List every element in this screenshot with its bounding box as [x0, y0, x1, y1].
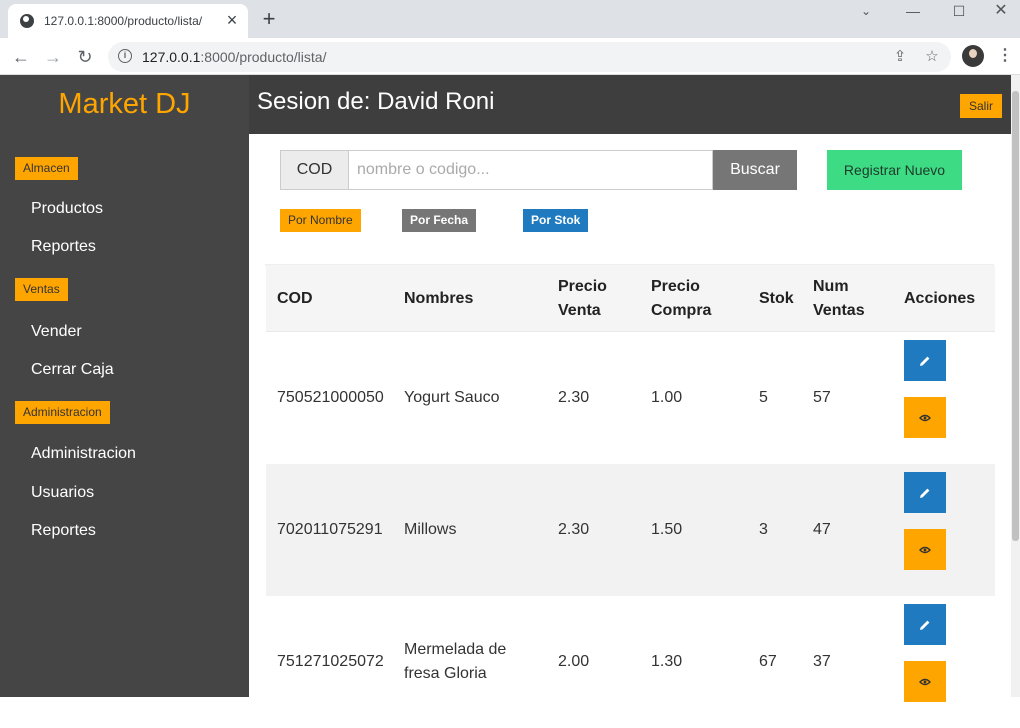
header-stok: Stok — [759, 289, 794, 307]
cell-stok: 3 — [759, 521, 768, 538]
view-button[interactable] — [904, 529, 946, 570]
sort-by-stock-button[interactable]: Por Stok — [523, 209, 589, 232]
close-window-icon[interactable]: ✕ — [982, 0, 1020, 24]
sidebar: Market DJ Almacen Productos Reportes Ven… — [0, 75, 249, 697]
section-almacen: Almacen — [15, 157, 78, 180]
header-num-ventas: Num Ventas — [813, 277, 865, 319]
view-button[interactable] — [904, 397, 946, 438]
pencil-icon — [920, 620, 930, 630]
header-precio-venta: Precio Venta — [558, 277, 607, 319]
globe-icon — [20, 14, 34, 28]
top-bar: Sesion de: David Roni Salir — [249, 75, 1011, 134]
search-input[interactable] — [349, 150, 713, 190]
cell-precio-venta: 2.30 — [558, 389, 590, 406]
cell-cod: 702011075291 — [277, 521, 383, 538]
search-addon-cod: COD — [280, 150, 349, 190]
edit-button[interactable] — [904, 472, 946, 513]
browser-toolbar: ← → ↻ i 127.0.0.1:8000/producto/lista/ ⇪… — [0, 38, 1020, 75]
url-text: 127.0.0.1:8000/producto/lista/ — [142, 49, 327, 65]
sidebar-item-vender[interactable]: Vender — [31, 323, 82, 341]
products-table: COD Nombres Precio Venta Precio Compra S… — [265, 264, 995, 702]
sidebar-item-administracion[interactable]: Administracion — [31, 445, 136, 463]
site-info-icon[interactable]: i — [118, 49, 132, 63]
browser-menu-icon[interactable]: ⋮ — [996, 44, 1014, 68]
section-ventas: Ventas — [15, 278, 68, 301]
share-icon[interactable]: ⇪ — [890, 47, 910, 67]
scrollbar-thumb[interactable] — [1012, 91, 1019, 541]
tab-search-chevron-icon[interactable]: ⌄ — [843, 0, 889, 24]
eye-icon — [919, 678, 931, 685]
cell-stok: 67 — [759, 653, 777, 670]
logout-button[interactable]: Salir — [960, 94, 1002, 118]
minimize-icon[interactable]: — — [890, 0, 936, 24]
browser-tab[interactable]: 127.0.0.1:8000/producto/lista/ × — [8, 4, 248, 38]
header-nombres: Nombres — [404, 289, 474, 307]
header-precio-compra: Precio Compra — [651, 277, 712, 319]
search-button[interactable]: Buscar — [713, 150, 797, 190]
table-row: 750521000050 Yogurt Sauco 2.30 1.00 5 57 — [266, 332, 995, 464]
forward-arrow-icon[interactable]: → — [40, 44, 66, 70]
register-new-button[interactable]: Registrar Nuevo — [827, 150, 962, 190]
edit-button[interactable] — [904, 604, 946, 645]
edit-button[interactable] — [904, 340, 946, 381]
sidebar-item-productos[interactable]: Productos — [31, 200, 103, 218]
cell-num-ventas: 57 — [813, 389, 831, 406]
eye-icon — [919, 414, 931, 421]
brand-title: Market DJ — [58, 88, 191, 120]
sidebar-item-reportes-almacen[interactable]: Reportes — [31, 238, 96, 256]
pencil-icon — [920, 356, 930, 366]
cell-num-ventas: 47 — [813, 521, 831, 538]
close-tab-icon[interactable]: × — [222, 10, 242, 30]
cell-precio-venta: 2.30 — [558, 521, 590, 538]
sidebar-item-reportes-admin[interactable]: Reportes — [31, 522, 96, 540]
cell-precio-compra: 1.00 — [651, 389, 683, 406]
sort-by-name-button[interactable]: Por Nombre — [280, 209, 361, 232]
cell-cod: 751271025072 — [277, 653, 384, 670]
sidebar-item-cerrar-caja[interactable]: Cerrar Caja — [31, 361, 114, 379]
cell-nombre: Millows — [404, 521, 457, 538]
maximize-icon[interactable]: ☐ — [936, 0, 982, 24]
table-header-row: COD Nombres Precio Venta Precio Compra S… — [266, 265, 995, 332]
profile-avatar[interactable] — [962, 45, 984, 67]
cell-precio-compra: 1.30 — [651, 653, 683, 670]
address-bar[interactable]: i 127.0.0.1:8000/producto/lista/ ⇪ ☆ — [108, 42, 951, 72]
pencil-icon — [920, 488, 930, 498]
cell-cod: 750521000050 — [277, 389, 384, 406]
reload-icon[interactable]: ↻ — [72, 44, 98, 70]
bookmark-star-icon[interactable]: ☆ — [922, 47, 942, 67]
main-content: COD Buscar Registrar Nuevo Por Nombre Po… — [249, 134, 1011, 702]
page-scrollbar[interactable] — [1011, 75, 1020, 697]
header-acciones: Acciones — [904, 289, 976, 307]
eye-icon — [919, 546, 931, 553]
cell-nombre: Mermelada de fresa Gloria — [404, 641, 507, 682]
table-row: 702011075291 Millows 2.30 1.50 3 47 — [266, 464, 995, 596]
tab-title: 127.0.0.1:8000/producto/lista/ — [44, 14, 203, 28]
header-cod: COD — [277, 289, 313, 307]
session-title: Sesion de: David Roni — [257, 88, 495, 115]
back-arrow-icon[interactable]: ← — [8, 44, 34, 70]
table-row: 751271025072 Mermelada de fresa Gloria 2… — [266, 596, 995, 728]
view-button[interactable] — [904, 661, 946, 702]
sort-by-date-button[interactable]: Por Fecha — [402, 209, 477, 232]
section-administracion: Administracion — [15, 401, 110, 424]
cell-num-ventas: 37 — [813, 653, 831, 670]
sidebar-item-usuarios[interactable]: Usuarios — [31, 484, 94, 502]
cell-nombre: Yogurt Sauco — [404, 389, 500, 406]
new-tab-icon[interactable]: + — [256, 6, 282, 32]
cell-precio-compra: 1.50 — [651, 521, 683, 538]
cell-stok: 5 — [759, 389, 768, 406]
browser-tab-strip: 127.0.0.1:8000/producto/lista/ × + ⌄ — ☐… — [0, 0, 1020, 38]
cell-precio-venta: 2.00 — [558, 653, 590, 670]
